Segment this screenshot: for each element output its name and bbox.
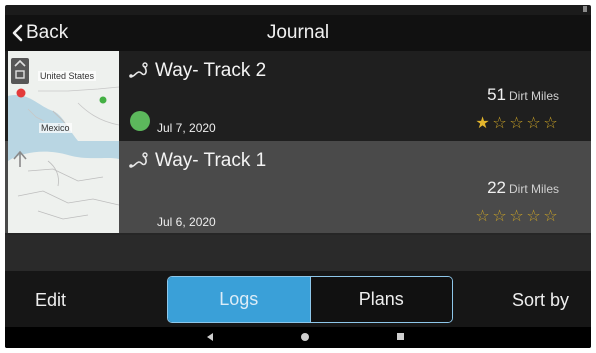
map-label-mexico: Mexico [39, 123, 72, 133]
track-miles: 51 Dirt Miles [487, 85, 559, 105]
miles-value: 22 [487, 178, 506, 197]
track-date: Jul 6, 2020 [157, 215, 216, 229]
star-empty-icon[interactable]: ☆ [491, 208, 508, 224]
list-divider [5, 233, 591, 235]
plans-tab[interactable]: Plans [309, 277, 452, 322]
sort-by-button[interactable]: Sort by [512, 290, 569, 311]
upload-icon[interactable] [10, 147, 30, 175]
star-empty-icon[interactable]: ☆ [474, 208, 491, 224]
bottom-toolbar: Edit Logs Plans Sort by [5, 271, 591, 327]
page-title: Journal [266, 22, 330, 43]
app-screen: Back Journal United States Mexico Way- T… [5, 5, 591, 348]
miles-value: 51 [487, 85, 506, 104]
edit-button[interactable]: Edit [35, 290, 66, 311]
track-row-2[interactable]: Way- Track 1 Jul 6, 2020 22 Dirt Miles ☆ ☆… [5, 141, 591, 233]
track-name: Way- Track 1 [155, 150, 267, 171]
star-empty-icon[interactable]: ☆ [542, 115, 559, 131]
miles-unit: Dirt Miles [509, 182, 559, 196]
star-empty-icon[interactable]: ☆ [491, 115, 508, 131]
star-empty-icon[interactable]: ☆ [542, 208, 559, 224]
star-empty-icon[interactable]: ☆ [508, 115, 525, 131]
map-thumbnail [8, 141, 119, 233]
view-segmented-control: Logs Plans [167, 276, 453, 323]
back-button[interactable]: Back [11, 21, 68, 45]
route-icon [128, 152, 150, 170]
track-date: Jul 7, 2020 [157, 121, 216, 135]
chevron-left-icon [12, 24, 23, 42]
track-row-1[interactable]: United States Mexico Way- Track 2 Jul 7,… [5, 51, 591, 141]
status-indicator [130, 111, 150, 131]
map-label-united-states: United States [38, 71, 97, 81]
rating-stars[interactable]: ☆ ☆ ☆ ☆ ☆ [474, 208, 559, 224]
rating-stars[interactable]: ★ ☆ ☆ ☆ ☆ [474, 115, 559, 131]
track-miles: 22 Dirt Miles [487, 178, 559, 198]
status-bar-indicator [583, 6, 587, 12]
upload-icon[interactable] [10, 57, 30, 85]
header-bar: Back Journal [5, 15, 591, 51]
nav-back-icon[interactable] [207, 333, 213, 341]
miles-unit: Dirt Miles [509, 89, 559, 103]
logs-tab[interactable]: Logs [168, 277, 310, 322]
star-filled-icon[interactable]: ★ [474, 115, 491, 131]
nav-home-icon[interactable] [301, 333, 309, 341]
route-icon [128, 62, 150, 80]
nav-recent-apps-icon[interactable] [397, 333, 404, 340]
track-name: Way- Track 2 [155, 60, 267, 81]
android-nav-bar [5, 327, 591, 348]
journal-list: United States Mexico Way- Track 2 Jul 7,… [5, 51, 591, 271]
star-empty-icon[interactable]: ☆ [525, 208, 542, 224]
star-empty-icon[interactable]: ☆ [525, 115, 542, 131]
back-label: Back [26, 22, 69, 43]
map-thumbnail: United States Mexico [8, 51, 119, 141]
star-empty-icon[interactable]: ☆ [508, 208, 525, 224]
